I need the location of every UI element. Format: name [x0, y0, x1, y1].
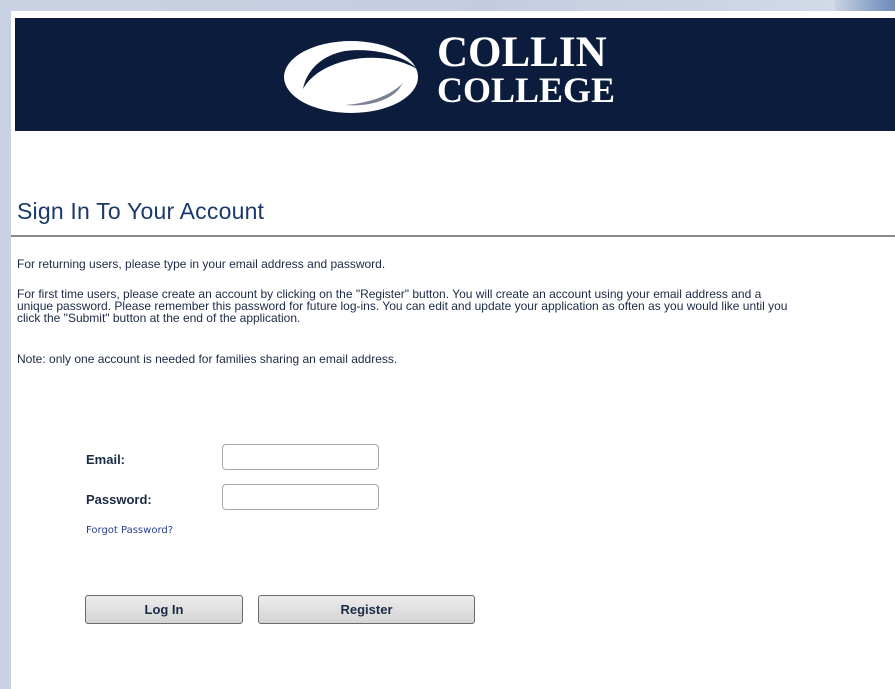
logo-line-college: COLLEGE: [437, 70, 616, 110]
password-field[interactable]: [222, 484, 379, 510]
email-label: Email:: [86, 452, 126, 467]
email-field[interactable]: [222, 444, 379, 470]
note-text: Note: only one account is needed for fam…: [17, 352, 398, 366]
header-banner: COLLIN COLLEGE: [15, 18, 895, 131]
page-content: COLLIN COLLEGE Sign In To Your Account F…: [11, 11, 895, 689]
logo-wordmark: COLLIN COLLEGE: [437, 29, 616, 110]
first-time-users-text: For first time users, please create an a…: [17, 287, 788, 325]
register-button[interactable]: Register: [258, 595, 475, 624]
log-in-button[interactable]: Log In: [85, 595, 243, 624]
returning-users-text: For returning users, please type in your…: [17, 257, 386, 271]
logo-line-collin: COLLIN: [437, 29, 607, 76]
page-title: Sign In To Your Account: [17, 198, 265, 224]
collin-college-logo[interactable]: COLLIN COLLEGE: [279, 29, 659, 121]
title-divider: [11, 235, 895, 237]
password-label: Password:: [86, 492, 152, 507]
swoosh-logo-icon: [284, 41, 418, 113]
forgot-password-link[interactable]: Forgot Password?: [86, 525, 173, 536]
